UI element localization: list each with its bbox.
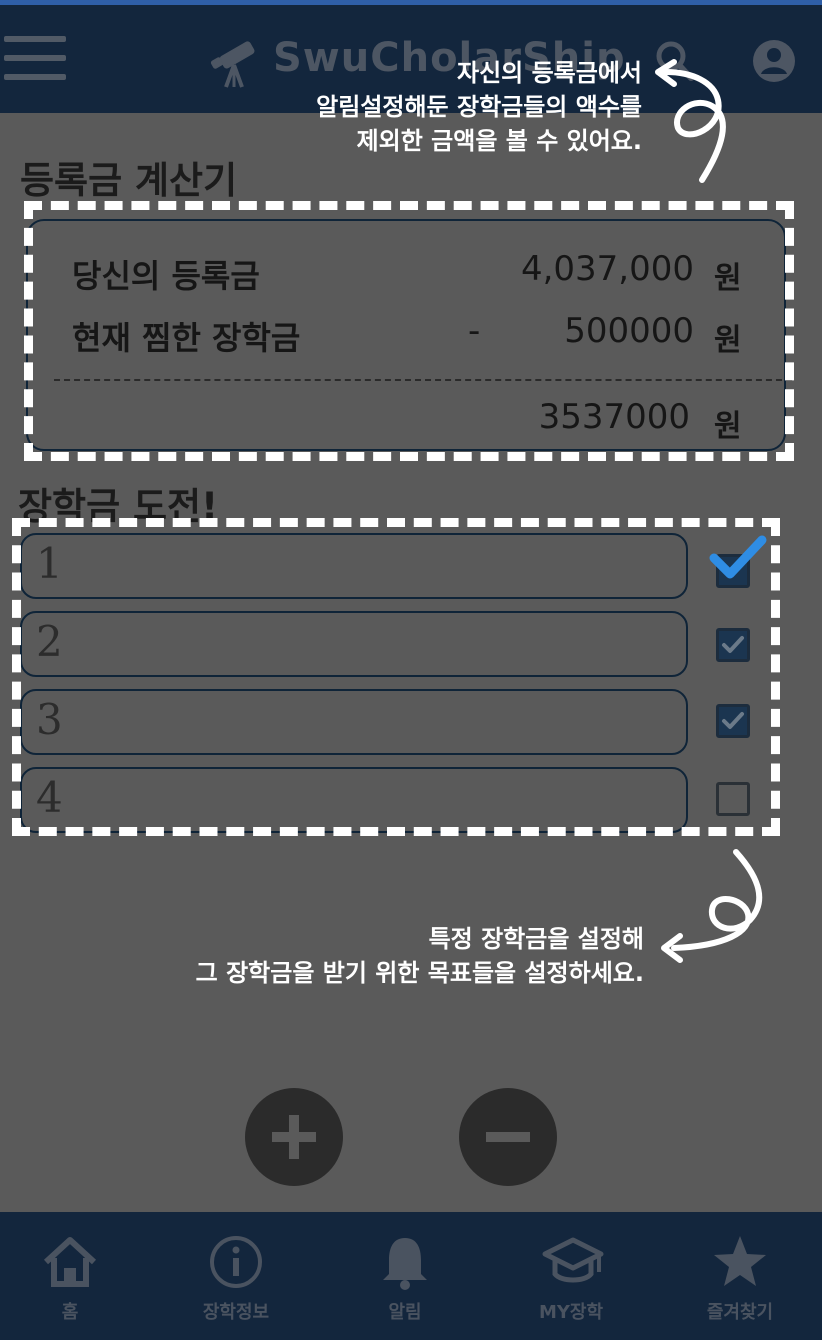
annotation-top: 자신의 등록금에서 알림설정해둔 장학금들의 액수를 제외한 금액을 볼 수 있… (200, 56, 642, 158)
annotation-top-line3: 제외한 금액을 볼 수 있어요. (356, 127, 642, 155)
calculator-highlight-box (24, 201, 794, 461)
plus-icon (272, 1115, 316, 1159)
nav-label: 홈 (61, 1302, 79, 1323)
annotation-top-line2: 알림설정해둔 장학금들의 액수를 (316, 93, 642, 121)
minus-icon (486, 1132, 530, 1142)
bell-icon (383, 1238, 427, 1290)
annotation-top-line1: 자신의 등록금에서 (457, 59, 642, 87)
nav-my-scholarship[interactable]: MY장학 (511, 1212, 631, 1340)
goals-highlight-box (12, 518, 780, 836)
annotation-bottom-line2: 그 장학금을 받기 위한 목표들을 설정하세요. (195, 959, 644, 987)
nav-label: 알림 (388, 1302, 422, 1323)
add-goal-button[interactable] (245, 1088, 343, 1186)
nav-label: 즐겨찾기 (706, 1302, 774, 1323)
graduation-cap-icon (542, 1237, 604, 1283)
nav-label: 장학정보 (202, 1302, 270, 1323)
nav-alerts[interactable]: 알림 (345, 1212, 465, 1340)
nav-home[interactable]: 홈 (10, 1212, 130, 1340)
annotation-bottom-line1: 특정 장학금을 설정해 (428, 925, 644, 953)
calculator-title: 등록금 계산기 (20, 159, 238, 202)
nav-label: MY장학 (538, 1302, 604, 1323)
curly-arrow-icon (661, 849, 763, 963)
annotation-bottom: 특정 장학금을 설정해 그 장학금을 받기 위한 목표들을 설정하세요. (60, 922, 644, 990)
account-icon[interactable] (752, 39, 796, 83)
home-icon (43, 1237, 97, 1287)
nav-scholarship-info[interactable]: 장학정보 (176, 1212, 296, 1340)
bottom-navigation: 홈 장학정보 알림 MY장학 즐겨찾기 (0, 1212, 822, 1340)
nav-favorites[interactable]: 즐겨찾기 (680, 1212, 800, 1340)
remove-goal-button[interactable] (459, 1088, 557, 1186)
curly-arrow-icon (655, 59, 726, 183)
menu-icon[interactable] (4, 36, 66, 82)
star-icon (714, 1236, 766, 1286)
info-icon (210, 1236, 262, 1288)
